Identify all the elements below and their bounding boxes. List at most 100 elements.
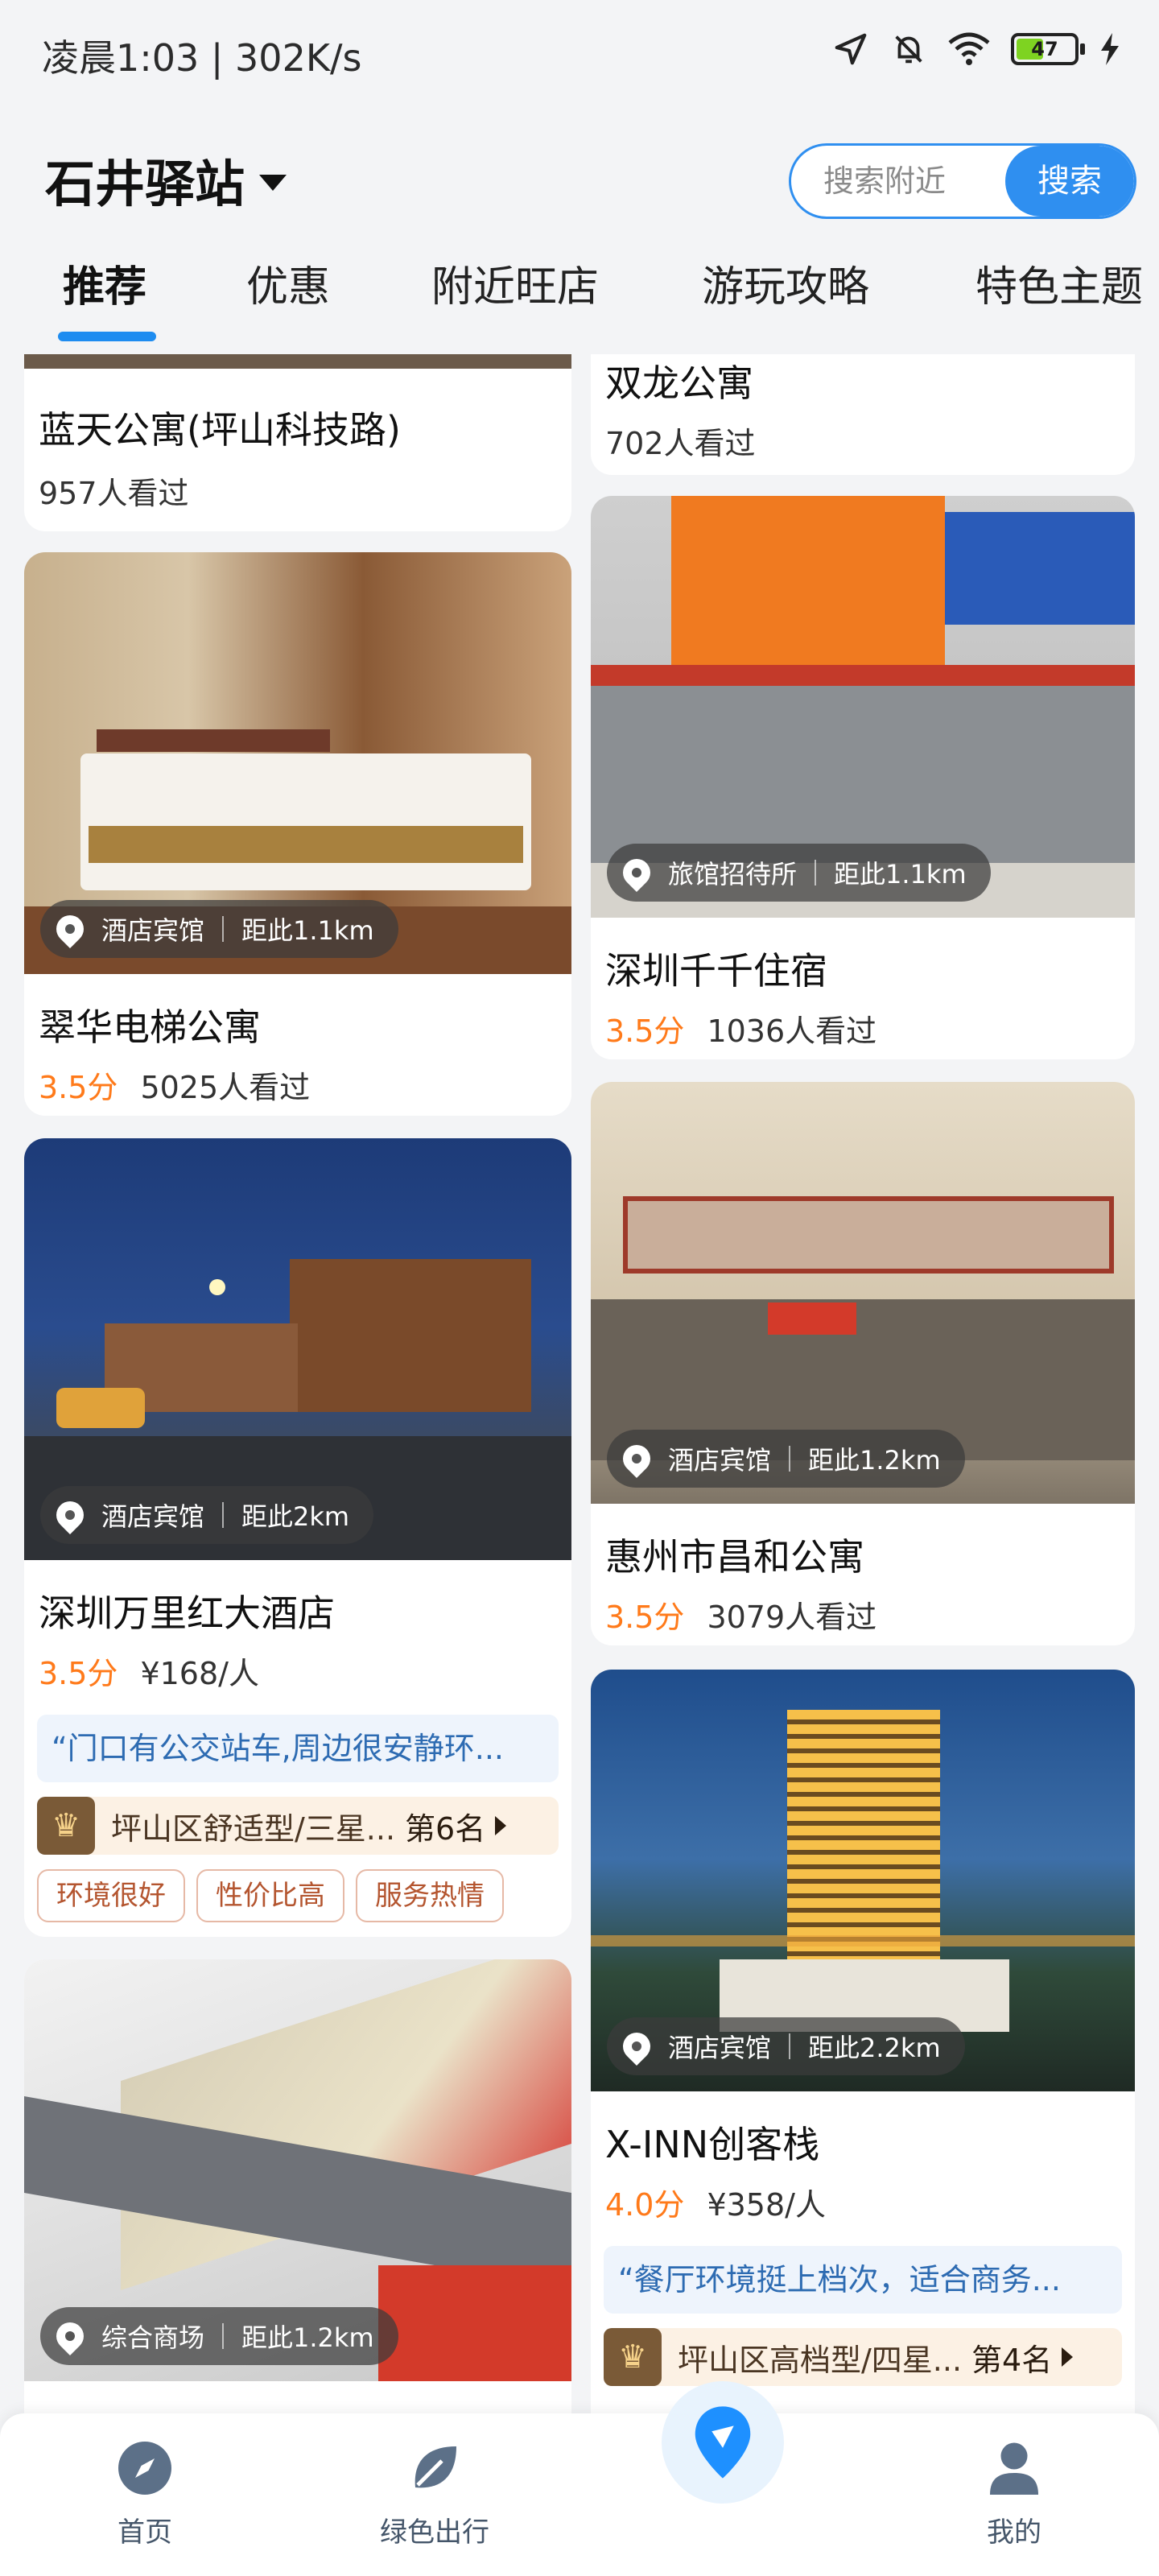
- place-score: 3.5分: [39, 1070, 118, 1105]
- place-category: 酒店宾馆: [668, 1445, 772, 1476]
- status-time: 凌晨1:03 | 302K/s: [42, 36, 362, 80]
- nav-green-travel[interactable]: 绿色出行: [346, 2413, 523, 2576]
- chevron-right-icon: [1062, 2347, 1074, 2367]
- place-title: 深圳千千住宿: [605, 949, 827, 993]
- place-meta: 4.0分 ¥358/人: [605, 2180, 826, 2224]
- search-button[interactable]: 搜索: [1005, 146, 1134, 217]
- tab-recommend[interactable]: 推荐: [63, 253, 146, 313]
- location-pill: 酒店宾馆 距此2km: [40, 1486, 374, 1544]
- place-distance: 距此2.2km: [808, 2033, 941, 2063]
- map-pin-icon: [695, 2406, 751, 2479]
- nav-profile[interactable]: 我的: [926, 2413, 1103, 2576]
- pin-icon: [50, 909, 90, 949]
- place-title: X-INN创客栈: [605, 2123, 820, 2166]
- tab-themes[interactable]: 特色主题: [975, 253, 1143, 313]
- bell-muted-icon: [895, 35, 922, 64]
- place-meta: 3.5分 3079人看过: [605, 1592, 876, 1637]
- pin-icon: [50, 1495, 90, 1535]
- location-selector[interactable]: 石井驿站: [45, 143, 287, 216]
- review-quote: “餐厅环境挺上档次，适合商务...: [604, 2246, 1122, 2314]
- tab-guides[interactable]: 游玩攻略: [702, 253, 869, 313]
- place-title: 深圳万里红大酒店: [39, 1591, 335, 1635]
- tab-nearby-shops[interactable]: 附近旺店: [431, 253, 599, 313]
- status-icons: 47: [832, 31, 1120, 68]
- ranking-badge[interactable]: ♛ 坪山区高档型/四星... 第4名: [604, 2328, 1122, 2386]
- place-distance: 距此2km: [241, 1501, 350, 1532]
- place-views: 957人看过: [39, 476, 189, 511]
- nav-green-travel-label: 绿色出行: [380, 2516, 489, 2549]
- leaf-icon: [415, 2446, 456, 2488]
- place-title: 惠州市昌和公寓: [605, 1535, 864, 1579]
- place-score: 3.5分: [605, 1013, 685, 1049]
- place-distance: 距此1.2km: [241, 2322, 374, 2353]
- place-category: 旅馆招待所: [668, 859, 798, 890]
- place-views: 3079人看过: [707, 1600, 877, 1635]
- pin-icon: [617, 1439, 657, 1479]
- compass-icon: [118, 2442, 171, 2495]
- ranking-number: 第6名: [405, 1810, 486, 1847]
- tab-deals[interactable]: 优惠: [246, 253, 330, 313]
- caret-down-icon: [259, 175, 287, 191]
- recommend-feed[interactable]: 蓝天公寓(坪山科技路) 957人看过 酒店宾馆 距此1.1km 翠华电梯公寓 3…: [0, 354, 1159, 2415]
- review-quote: “门口有公交站车,周边很安静环...: [37, 1715, 559, 1782]
- place-meta: 3.5分 5025人看过: [39, 1063, 310, 1107]
- place-card[interactable]: 酒店宾馆 距此2km 深圳万里红大酒店 3.5分 ¥168/人 “门口有公交站车,…: [24, 1138, 571, 1937]
- place-category: 酒店宾馆: [101, 915, 205, 946]
- place-card[interactable]: 双龙公寓 702人看过: [591, 354, 1135, 475]
- pin-icon: [617, 852, 657, 893]
- place-views: 702人看过: [605, 426, 756, 461]
- search-box[interactable]: 搜索附近 搜索: [789, 143, 1136, 219]
- place-views: 1036人看过: [707, 1013, 877, 1049]
- battery-level: 47: [1031, 38, 1058, 60]
- place-score: 3.5分: [39, 1656, 118, 1691]
- place-category: 酒店宾馆: [668, 2033, 772, 2063]
- ranking-text: 坪山区舒适型/三星...: [111, 1810, 396, 1847]
- place-card[interactable]: 旅馆招待所 距此1.1km 深圳千千住宿 3.5分 1036人看过: [591, 496, 1135, 1059]
- place-card[interactable]: 酒店宾馆 距此2.2km X-INN创客栈 4.0分 ¥358/人 “餐厅环境挺上…: [591, 1670, 1135, 2415]
- bottom-nav: 首页 绿色出行 我的: [0, 2381, 1159, 2576]
- place-distance: 距此1.1km: [241, 915, 374, 946]
- nav-home-label: 首页: [118, 2516, 172, 2549]
- tag: 服务热情: [356, 1869, 504, 1922]
- location-pill: 酒店宾馆 距此1.1km: [40, 900, 398, 958]
- status-bar: 凌晨1:03 | 302K/s 47: [0, 0, 1159, 105]
- place-title: 蓝天公寓(坪山科技路): [39, 408, 401, 452]
- location-pill: 酒店宾馆 距此2.2km: [607, 2017, 965, 2075]
- place-distance: 距此1.1km: [834, 859, 967, 890]
- nav-profile-label: 我的: [987, 2516, 1041, 2549]
- place-score: 4.0分: [605, 2187, 685, 2223]
- place-distance: 距此1.2km: [808, 1445, 941, 1476]
- place-views: 5025人看过: [140, 1070, 311, 1105]
- person-icon: [990, 2442, 1038, 2495]
- place-card[interactable]: 酒店宾馆 距此1.2km 惠州市昌和公寓 3.5分 3079人看过: [591, 1082, 1135, 1645]
- place-meta: 3.5分 1036人看过: [605, 1006, 876, 1051]
- wifi-icon: [948, 32, 990, 65]
- nav-home[interactable]: 首页: [56, 2413, 233, 2576]
- tag: 环境很好: [37, 1869, 185, 1922]
- nav-map[interactable]: [662, 2381, 784, 2504]
- place-score: 3.5分: [605, 1600, 685, 1635]
- location-name: 石井驿站: [45, 155, 245, 213]
- place-card[interactable]: 蓝天公寓(坪山科技路) 957人看过: [24, 354, 571, 531]
- location-pill: 旅馆招待所 距此1.1km: [607, 844, 991, 902]
- place-category: 酒店宾馆: [101, 1501, 205, 1532]
- place-category: 综合商场: [101, 2322, 205, 2353]
- location-pill: 综合商场 距此1.2km: [40, 2307, 398, 2365]
- place-title: 双龙公寓: [605, 361, 753, 405]
- chevron-right-icon: [495, 1816, 507, 1835]
- tag: 性价比高: [196, 1869, 344, 1922]
- ranking-badge[interactable]: ♛ 坪山区舒适型/三星... 第6名: [37, 1797, 559, 1855]
- crown-icon: ♛: [37, 1797, 95, 1855]
- search-input[interactable]: 搜索附近: [823, 146, 946, 217]
- ranking-number: 第4名: [971, 2342, 1053, 2378]
- tab-indicator: [58, 332, 156, 341]
- place-card[interactable]: 酒店宾馆 距此1.1km 翠华电梯公寓 3.5分 5025人看过: [24, 552, 571, 1116]
- place-price: ¥358/人: [707, 2187, 826, 2223]
- location-arrow-icon: [835, 33, 867, 65]
- battery-icon: 47: [1011, 33, 1085, 65]
- pin-icon: [617, 2026, 657, 2066]
- tag-list: 环境很好 性价比高 服务热情: [37, 1869, 504, 1922]
- pin-icon: [50, 2316, 90, 2356]
- place-photo: [24, 354, 571, 369]
- place-card[interactable]: 综合商场 距此1.2km 富福万佳购物中心: [24, 1959, 571, 2415]
